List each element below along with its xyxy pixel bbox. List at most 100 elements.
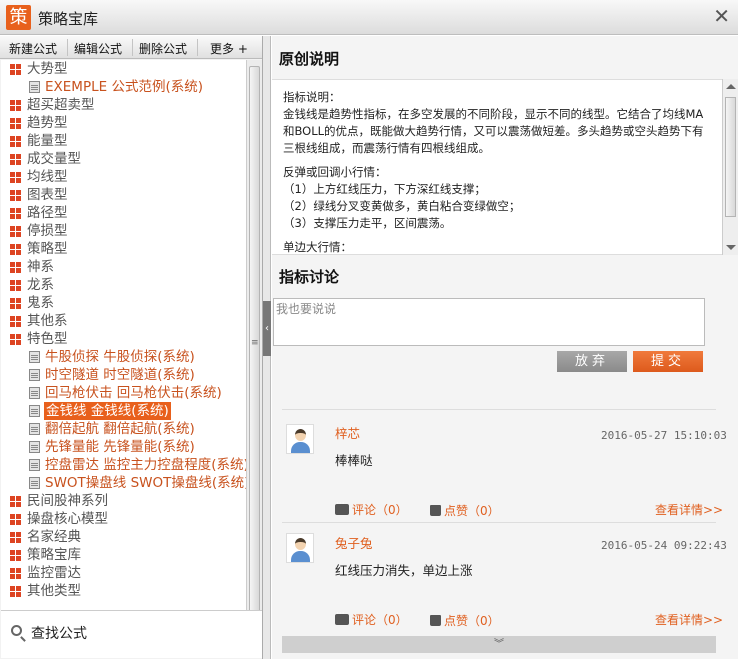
tree-item-label: 民间股神系列 [27,493,108,509]
formula-document-icon [29,423,40,435]
folder-grid-icon [10,100,21,111]
tree-category[interactable]: 策略宝库 [1,546,246,564]
panel-splitter[interactable]: ‹ [263,36,271,659]
tree-item-label: 大势型 [27,61,68,77]
tree-category[interactable]: 能量型 [1,132,246,150]
cancel-button[interactable]: 放弃 [557,351,627,372]
load-more-button[interactable]: ︾ [282,636,716,653]
tree-category[interactable]: 策略型 [1,240,246,258]
like-button[interactable]: 点赞（0） [430,612,500,629]
comment-input[interactable]: 我也要说说 [273,298,705,346]
tree-category[interactable]: 成交量型 [1,150,246,168]
tree-category[interactable]: 图表型 [1,186,246,204]
formula-tree: 大势型 EXEMPLE 公式范例(系统) 超买超卖型 趋势型 能量型成交量型均线型 图表型… [1,60,246,633]
desc-line: 单边大行情： [283,240,352,254]
formula-document-icon [29,81,40,93]
tree-formula-item[interactable]: SWOT操盘线 SWOT操盘线(系统) [1,474,246,492]
scrollbar-thumb[interactable] [725,97,736,217]
scroll-up-icon[interactable] [726,84,736,89]
tree-category[interactable]: 其他类型 [1,582,246,600]
tree-category[interactable]: 超买超卖型 [1,96,246,114]
tree-item-label: 回马枪伏击 回马枪伏击(系统) [45,385,222,401]
desc-line: 反弹或回调小行情： [283,165,387,179]
folder-grid-icon [10,172,21,183]
delete-formula-button[interactable]: 删除公式 [139,40,187,57]
original-description-heading: 原创说明 [279,50,340,68]
tree-formula-item[interactable]: 回马枪伏击 回马枪伏击(系统) [1,384,246,402]
formula-document-icon [29,405,40,417]
tree-category[interactable]: 其他系 [1,312,246,330]
tree-item-label: 超买超卖型 [27,97,95,113]
toolbar-divider [132,39,133,56]
find-formula-label: 查找公式 [31,626,87,642]
tree-category[interactable]: 路径型 [1,204,246,222]
tree-category[interactable]: 操盘核心模型 [1,510,246,528]
tree-item-label: 成交量型 [27,151,81,167]
edit-formula-button[interactable]: 编辑公式 [74,40,122,57]
tree-item-label: 其他类型 [27,583,81,599]
comment-text: 红线压力消失，单边上涨 [335,563,473,578]
folder-grid-icon [10,190,21,201]
tree-item-label: 监控雷达 [27,565,81,581]
tree-item-label: EXEMPLE 公式范例(系统) [45,79,203,95]
formula-document-icon [29,459,40,471]
submit-button[interactable]: 提交 [633,351,703,372]
like-button[interactable]: 点赞（0） [430,502,500,519]
comment-icon [335,499,349,515]
tree-item-label: 能量型 [27,133,68,149]
find-formula-bar[interactable]: 查找公式 [1,610,262,658]
view-details-link[interactable]: 查看详情>> [655,611,723,628]
tree-item-label: 神系 [27,259,54,275]
tree-category[interactable]: 趋势型 [1,114,246,132]
close-button[interactable]: ✕ [713,6,730,26]
description-scrollbar[interactable] [722,79,738,255]
folder-grid-icon [10,496,21,507]
tree-category[interactable]: 大势型 [1,60,246,78]
tree-item-label: 鬼系 [27,295,54,311]
view-details-link[interactable]: 查看详情>> [655,501,723,518]
folder-grid-icon [10,280,21,291]
tree-formula-item[interactable]: 金钱线 金钱线(系统) [1,402,246,420]
tree-category[interactable]: 鬼系 [1,294,246,312]
tree-formula-item[interactable]: 翻倍起航 翻倍起航(系统) [1,420,246,438]
desc-line: （2）绿线分叉变黄做多，黄白粘合变绿做空； [283,199,521,213]
thumbs-up-icon [430,505,441,516]
tree-formula-item[interactable]: EXEMPLE 公式范例(系统) [1,78,246,96]
comment-count-button[interactable]: 评论（0） [335,499,408,518]
folder-grid-icon [10,334,21,345]
tree-formula-item[interactable]: 先锋量能 先锋量能(系统) [1,438,246,456]
tree-scrollbar[interactable]: ≡ [246,60,262,633]
tree-category[interactable]: 民间股神系列 [1,492,246,510]
tree-item-label: 策略宝库 [27,547,81,563]
tree-item-label: 其他系 [27,313,68,329]
tree-formula-item[interactable]: 控盘雷达 监控主力控盘程度(系统) [1,456,246,474]
search-icon [11,625,22,636]
more-button[interactable]: 更多 + [210,40,248,57]
comment-username[interactable]: 兔子兔 [335,533,373,552]
collapse-panel-icon[interactable]: ‹ [263,301,271,356]
scrollbar-grip-icon: ≡ [251,338,259,348]
tree-category[interactable]: 均线型 [1,168,246,186]
tree-category[interactable]: 龙系 [1,276,246,294]
tree-item-label: 牛股侦探 牛股侦探(系统) [45,349,195,365]
tree-item-label: 先锋量能 先锋量能(系统) [45,439,195,455]
tree-category[interactable]: 名家经典 [1,528,246,546]
tree-category[interactable]: 停损型 [1,222,246,240]
tree-formula-item[interactable]: 时空隧道 时空隧道(系统) [1,366,246,384]
folder-grid-icon [10,316,21,327]
tree-category[interactable]: 神系 [1,258,246,276]
folder-grid-icon [10,298,21,309]
folder-grid-icon [10,514,21,525]
formula-panel: 新建公式 编辑公式 删除公式 更多 + 大势型 EXEMPLE 公式范例(系统) 超… [0,36,263,659]
tree-category[interactable]: 监控雷达 [1,564,246,582]
scroll-down-icon[interactable] [726,245,736,250]
tree-formula-item[interactable]: 牛股侦探 牛股侦探(系统) [1,348,246,366]
tree-item-label: 名家经典 [27,529,81,545]
comment-username[interactable]: 梓芯 [335,423,360,442]
tree-item-label: 均线型 [27,169,68,185]
folder-grid-icon [10,262,21,273]
tree-item-label: 时空隧道 时空隧道(系统) [45,367,195,383]
tree-category[interactable]: 特色型 [1,330,246,348]
new-formula-button[interactable]: 新建公式 [9,40,57,57]
comment-count-button[interactable]: 评论（0） [335,609,408,628]
